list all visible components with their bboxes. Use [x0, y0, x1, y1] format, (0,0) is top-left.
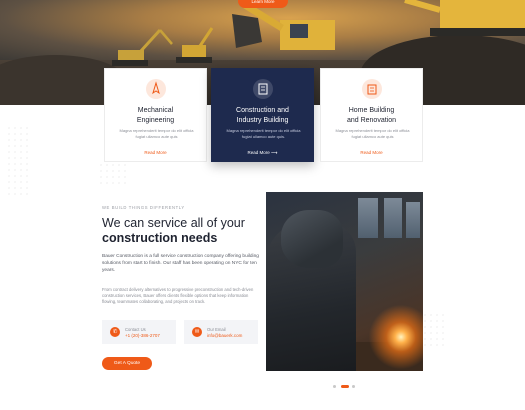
service-card-mechanical[interactable]: Mechanical Engineering Magna reprehenderi… [104, 68, 207, 162]
contact-label: Contact Us [125, 327, 146, 332]
window-light [384, 198, 402, 238]
service-card-home[interactable]: Home Building and Renovation Magna repreh… [320, 68, 423, 162]
card-description: Magna reprehenderit tempor do elit offic… [335, 128, 410, 139]
slider-pagination[interactable] [333, 384, 357, 388]
arrow-right-icon: ⟶ [271, 150, 278, 155]
read-more-link[interactable]: Read More ⟶ [212, 150, 313, 156]
learn-more-button[interactable]: Learn More [238, 0, 288, 8]
card-title: Construction and Industry Building [236, 107, 289, 124]
section-heading-line1: We can service all of your [102, 216, 245, 230]
section-heading-line2: construction needs [102, 231, 218, 245]
contact-email-box[interactable]: ✉ Our Email info@bauerk.com [184, 320, 258, 344]
pager-dot[interactable] [352, 385, 355, 388]
section-eyebrow: WE BUILD THINGS DIFFERENTLY [102, 205, 185, 210]
compass-icon [146, 79, 166, 99]
contact-phone-box[interactable]: ✆ Contact Us +1 (20)-386-2707 [102, 320, 176, 344]
dot-pattern [422, 312, 448, 348]
email-icon: ✉ [192, 327, 202, 337]
get-a-quote-button[interactable]: Get A Quote [102, 357, 152, 370]
card-title: Home Building and Renovation [346, 107, 397, 124]
card-description: Magna reprehenderit tempor do elit offic… [119, 128, 194, 139]
phone-icon: ✆ [110, 327, 120, 337]
window-light [358, 198, 378, 238]
intro-paragraph: Bauer Construction is a full service con… [102, 254, 259, 273]
card-title: Mechanical Engineering [136, 107, 175, 124]
email-address[interactable]: info@bauerk.com [207, 333, 242, 338]
welder-photo [266, 192, 423, 371]
welding-helmet [281, 210, 343, 268]
pager-dot[interactable] [333, 385, 336, 388]
pager-dot-active[interactable] [341, 385, 349, 388]
service-card-construction[interactable]: Construction and Industry Building Magna … [211, 68, 314, 162]
building-icon [253, 79, 273, 99]
detail-paragraph: From contract delivery alternatives to p… [102, 287, 254, 304]
window-light [406, 202, 420, 238]
read-more-link[interactable]: Read More [105, 150, 206, 155]
phone-number[interactable]: +1 (20)-386-2707 [125, 333, 160, 338]
welding-sparks [366, 302, 423, 371]
read-more-link[interactable]: Read More [321, 150, 422, 155]
email-label: Our Email [207, 327, 226, 332]
house-icon [362, 79, 382, 99]
dot-pattern [6, 125, 30, 195]
dot-pattern [98, 162, 128, 188]
card-description: Magna reprehenderit tempor do elit offic… [226, 128, 301, 139]
